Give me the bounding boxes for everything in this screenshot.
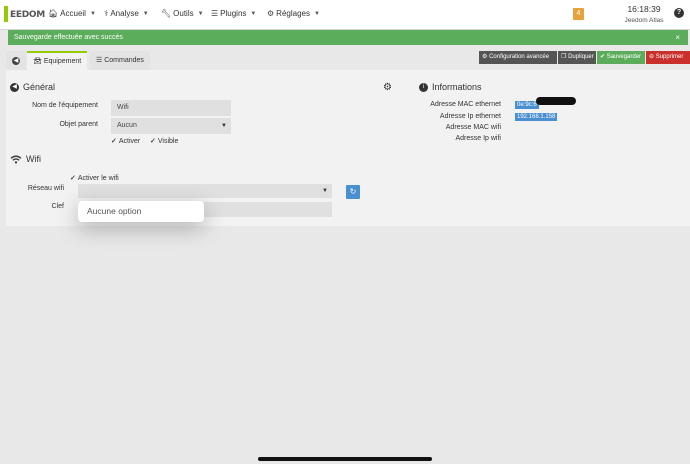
nav-analyse[interactable]: ⚕ Analyse ▼ [104, 9, 149, 18]
config-button-label: Configuration avancée [489, 54, 550, 60]
tab-commandes[interactable]: ☰ Commandes [90, 51, 150, 70]
success-alert: Sauvegarde effectuée avec succès × [8, 30, 688, 45]
nav-reglages-label: Réglages [276, 9, 310, 18]
refresh-button[interactable]: ↻ [346, 185, 360, 199]
minus-circle-icon: ⊖ [649, 54, 655, 60]
duplicate-button[interactable]: ❐ Dupliquer [558, 51, 596, 64]
config-gears[interactable]: ⚙ [383, 82, 392, 93]
system-name: Jeedom Atlas [624, 17, 664, 24]
chevron-down-icon: ▼ [89, 10, 96, 17]
activate-checkbox[interactable]: ✓ Activer [111, 137, 140, 145]
clock-time: 16:18:39 [627, 4, 661, 14]
general-title-label: Général [23, 82, 56, 92]
cogs-icon: ⚙ [482, 54, 488, 60]
chevron-down-icon: ▼ [250, 10, 257, 17]
checkmark-icon: ✓ [70, 175, 76, 182]
activate-wifi-label: Activer le wifi [77, 175, 119, 182]
logo-text: EEDOM [10, 10, 45, 20]
home-icon: 🏠︎ [48, 9, 59, 18]
visible-checkbox[interactable]: ✓ Visible [150, 137, 178, 145]
nav-plugins-label: Plugins [220, 9, 247, 18]
refresh-icon: ↻ [349, 187, 357, 196]
stethoscope-icon: ⚕ [104, 9, 109, 18]
nav-analyse-label: Analyse [110, 9, 139, 18]
arrow-circle-left-icon: ◀ [10, 82, 19, 92]
wifi-title-label: Wifi [26, 154, 41, 164]
network-label: Réseau wifi [27, 185, 64, 192]
delete-button-label: Supprimer [655, 54, 684, 60]
nav-accueil-label: Accueil [60, 9, 86, 18]
parent-select-value: Aucun [117, 122, 137, 129]
cogs-icon: ⚙ [267, 9, 275, 18]
nav-outils[interactable]: 🔧︎ Outils ▼ [161, 9, 204, 18]
jeedom-logo[interactable]: EEDOM [4, 4, 45, 24]
wifi-icon [10, 155, 22, 163]
tasks-icon: ☰ [211, 9, 219, 18]
copy-icon: ❐ [561, 54, 567, 60]
clock: 16:18:39 Jeedom Atlas [618, 4, 670, 24]
wifi-section-title: Wifi [10, 154, 41, 164]
caret-down-icon: ▼ [221, 123, 227, 129]
check-circle-icon: ✔ [600, 54, 606, 60]
ip-ethernet-label: Adresse Ip ethernet [439, 113, 501, 120]
parent-select[interactable]: Aucun ▼ [111, 118, 231, 134]
name-label: Nom de l'équipement [32, 102, 98, 109]
tab-equipement-label: Equipement [43, 58, 82, 65]
nav-accueil[interactable]: 🏠︎ Accueil ▼ [48, 9, 96, 18]
logo-mark [4, 6, 8, 22]
visible-label: Visible [157, 138, 179, 145]
chevron-down-icon: ▼ [313, 10, 320, 17]
tab-equipement[interactable]: 🚘︎ Equipement [27, 51, 88, 70]
ip-wifi-label: Adresse Ip wifi [455, 135, 501, 142]
parent-label: Objet parent [59, 121, 98, 128]
save-button-label: Sauvegarder [606, 54, 642, 60]
key-label: Clef [51, 203, 64, 210]
delete-button[interactable]: ⊖ Supprimer [646, 51, 690, 64]
close-icon[interactable]: × [675, 30, 680, 45]
wrench-icon: 🔧︎ [161, 9, 172, 18]
activate-wifi-checkbox[interactable]: ✓ Activer le wifi [70, 174, 119, 182]
nav-plugins[interactable]: ☰ Plugins ▼ [211, 9, 256, 18]
checkmark-icon: ✓ [150, 138, 156, 145]
general-section-title: ◀ Général [10, 82, 55, 92]
chevron-down-icon: ▼ [142, 10, 149, 17]
cogs-icon: ⚙ [383, 82, 392, 93]
nav-reglages[interactable]: ⚙ Réglages ▼ [267, 9, 320, 18]
list-icon: ☰ [96, 57, 103, 64]
car-icon: 🚘︎ [33, 58, 42, 65]
help-icon[interactable]: ? [674, 8, 684, 18]
tab-commandes-label: Commandes [104, 57, 144, 64]
mac-ethernet-label: Adresse MAC ethernet [430, 101, 501, 108]
back-button[interactable]: ◀ [6, 51, 26, 70]
info-circle-icon: i [419, 82, 428, 92]
top-navbar: EEDOM 🏠︎ Accueil ▼ ⚕ Analyse ▼ 🔧︎ Outils… [0, 0, 690, 30]
info-section-title: i Informations [419, 82, 482, 92]
caret-down-icon: ▼ [322, 188, 328, 194]
activate-label: Activer [118, 138, 141, 145]
mac-wifi-label: Adresse MAC wifi [445, 124, 501, 131]
chevron-down-icon: ▼ [197, 10, 204, 17]
nav-outils-label: Outils [173, 9, 194, 18]
message-count-badge[interactable]: 4 [573, 8, 584, 20]
config-button[interactable]: ⚙ Configuration avancée [479, 51, 557, 64]
save-button[interactable]: ✔ Sauvegarder [597, 51, 645, 64]
checkmark-icon: ✓ [111, 138, 117, 145]
duplicate-button-label: Dupliquer [568, 54, 594, 60]
info-title-label: Informations [432, 82, 482, 92]
alert-message: Sauvegarde effectuée avec succès [14, 34, 123, 41]
ip-ethernet-value: 192.168.1.158 [515, 113, 558, 121]
network-select[interactable]: ▼ [78, 184, 332, 198]
name-field[interactable]: Wifi [111, 100, 231, 116]
dropdown-popup-option[interactable]: Aucune option [78, 201, 204, 222]
redaction-scribble [536, 97, 576, 105]
arrow-left-icon: ◀ [12, 56, 20, 65]
home-indicator [258, 457, 432, 461]
